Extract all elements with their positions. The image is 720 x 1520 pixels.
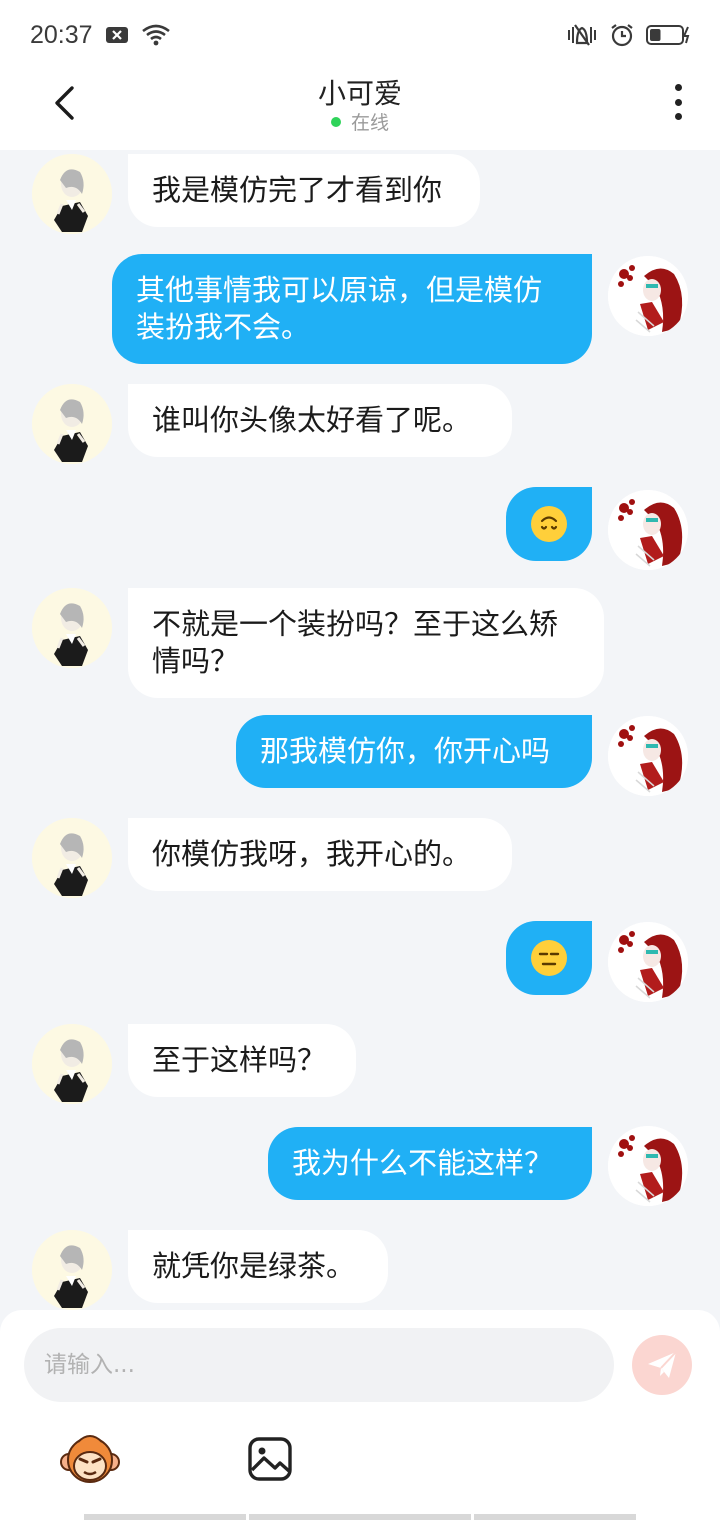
status-right xyxy=(566,22,692,48)
message-list[interactable]: 我是模仿完了才看到你其他事情我可以原谅，但是模仿 装扮我不会。谁叫你头像太好看了呢… xyxy=(0,150,720,1310)
online-status-label: 在线 xyxy=(350,112,389,134)
my-avatar[interactable] xyxy=(608,922,688,1002)
more-vertical-icon-dot xyxy=(674,84,682,91)
message-text-line: 至于这样吗？ xyxy=(152,1043,327,1077)
message-text-line: 我为什么不能这样？ xyxy=(292,1146,554,1180)
my-avatar[interactable] xyxy=(608,1126,688,1206)
contact-avatar[interactable] xyxy=(32,154,112,234)
message-text-line: 不就是一个装扮吗？至于这么矫 xyxy=(152,607,559,641)
status-time: 20:37 xyxy=(30,20,93,49)
message-text-line: 装扮我不会。 xyxy=(136,310,311,344)
emoji-monkey-icon[interactable] xyxy=(60,1432,120,1488)
message-text-line: 你模仿我呀，我开心的。 xyxy=(152,837,472,871)
message-text-line: 那我模仿你，你开心吗 xyxy=(260,734,551,768)
image-icon[interactable] xyxy=(247,1436,293,1482)
message-bubble[interactable]: 我为什么不能这样？ xyxy=(268,1127,592,1200)
contact-avatar[interactable] xyxy=(32,1024,112,1104)
contact-avatar[interactable] xyxy=(32,1230,112,1310)
message-text-line: 谁叫你头像太好看了呢。 xyxy=(152,403,472,437)
contact-avatar[interactable] xyxy=(32,384,112,464)
contact-avatar[interactable] xyxy=(32,818,112,898)
status-bar: 20:37 xyxy=(0,0,720,70)
message-bubble[interactable]: 我是模仿完了才看到你 xyxy=(128,154,480,227)
composer xyxy=(0,1310,720,1520)
online-dot-icon xyxy=(330,117,341,127)
chat-header: 小可爱 在线 xyxy=(0,70,720,150)
message-bubble[interactable]: 你模仿我呀，我开心的。 xyxy=(128,818,512,891)
upside-down-face-icon xyxy=(530,505,568,543)
home-indicator xyxy=(249,1514,471,1520)
battery-charging-icon xyxy=(646,24,692,46)
my-avatar[interactable] xyxy=(608,256,688,336)
message-bubble[interactable]: 至于这样吗？ xyxy=(128,1024,356,1097)
message-text-line: 就凭你是绿茶。 xyxy=(152,1249,356,1283)
message-bubble[interactable]: 谁叫你头像太好看了呢。 xyxy=(128,384,512,457)
notification-x-icon xyxy=(105,26,129,44)
contact-avatar[interactable] xyxy=(32,588,112,668)
status-left: 20:37 xyxy=(30,21,171,50)
message-text-line: 其他事情我可以原谅，但是模仿 xyxy=(136,273,543,307)
paper-plane-icon xyxy=(648,1351,677,1378)
my-avatar[interactable] xyxy=(608,490,688,570)
online-status: 在线 xyxy=(0,108,720,135)
expressionless-face-icon xyxy=(530,939,568,977)
message-text-line: 情吗？ xyxy=(152,644,240,678)
send-button[interactable] xyxy=(632,1335,692,1395)
message-bubble[interactable]: 不就是一个装扮吗？至于这么矫 情吗？ xyxy=(128,588,604,698)
emoji-message-bubble[interactable] xyxy=(506,921,592,995)
message-bubble[interactable]: 其他事情我可以原谅，但是模仿 装扮我不会。 xyxy=(112,254,592,364)
wifi-icon xyxy=(141,24,171,46)
message-input[interactable] xyxy=(24,1328,614,1402)
more-vertical-icon-dot xyxy=(674,98,682,106)
vibrate-mute-icon xyxy=(566,22,598,48)
emoji-message-bubble[interactable] xyxy=(506,487,592,561)
alarm-icon xyxy=(610,23,634,47)
more-vertical-icon-dot xyxy=(674,113,682,120)
home-indicator xyxy=(474,1514,636,1520)
contact-name: 小可爱 xyxy=(317,77,402,110)
message-bubble[interactable]: 那我模仿你，你开心吗 xyxy=(236,715,592,788)
my-avatar[interactable] xyxy=(608,716,688,796)
message-text-line: 我是模仿完了才看到你 xyxy=(152,173,443,207)
home-indicator xyxy=(84,1514,246,1520)
message-bubble[interactable]: 就凭你是绿茶。 xyxy=(128,1230,388,1303)
more-options-button[interactable] xyxy=(666,82,690,122)
